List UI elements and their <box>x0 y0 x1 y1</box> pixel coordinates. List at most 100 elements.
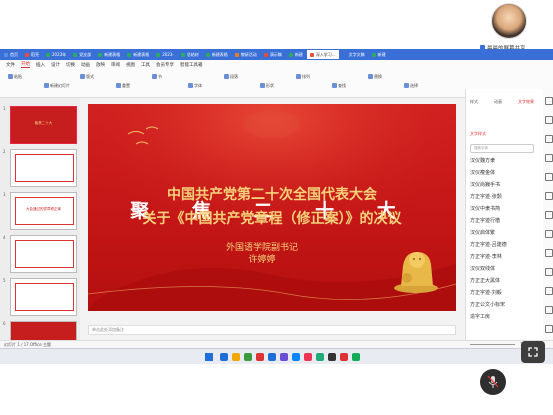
microphone-button[interactable] <box>480 369 506 395</box>
expand-icon <box>528 347 538 357</box>
font-option[interactable]: 汉仪尚巍手书 <box>470 181 500 188</box>
sidebar-tool-icon[interactable] <box>545 249 553 257</box>
sidebar-tool-icon[interactable] <box>545 192 553 200</box>
thumbnail-number: 1 <box>3 106 6 111</box>
ribbon-icon <box>296 74 301 79</box>
menu-item[interactable]: 动画 <box>81 62 90 68</box>
menu-item[interactable]: 智能工具箱 <box>180 62 203 68</box>
taskbar-app-icon[interactable] <box>304 353 312 361</box>
menu-item[interactable]: 工具 <box>141 62 150 68</box>
browser-tab[interactable]: 2023年 <box>43 50 69 59</box>
font-option[interactable]: 汉仪双线体 <box>470 265 495 272</box>
taskbar-app-icon[interactable] <box>244 353 252 361</box>
font-option[interactable]: 方正字迹-李林 <box>470 253 502 260</box>
panel-tab[interactable]: 样式 <box>470 99 478 105</box>
sidebar-tool-icon[interactable] <box>545 154 553 162</box>
taskbar-app-icon[interactable] <box>292 353 300 361</box>
sidebar-tool-icon[interactable] <box>545 325 553 333</box>
browser-tab[interactable]: 新建表格 <box>95 50 123 59</box>
taskbar-app-icon[interactable] <box>220 353 228 361</box>
font-option[interactable]: 汉仪魏方隶 <box>470 157 495 164</box>
sidebar-tool-icon[interactable] <box>545 173 553 181</box>
ribbon-button[interactable]: 替换 <box>368 74 382 79</box>
sidebar-tool-icon[interactable] <box>545 287 553 295</box>
browser-tab[interactable]: 新建表格 <box>124 50 152 59</box>
slide-thumbnail[interactable]: 大会通过的党章修正案 <box>10 192 77 230</box>
ribbon-button[interactable]: 字体 <box>188 83 202 88</box>
menu-item[interactable]: 审阅 <box>111 62 120 68</box>
font-option[interactable]: 方正公文小标宋 <box>470 301 505 308</box>
tab-label: 2023年 <box>52 51 67 57</box>
fullscreen-button[interactable] <box>521 341 545 363</box>
sidebar-tool-icon[interactable] <box>545 97 553 105</box>
sidebar-tool-icon[interactable] <box>545 230 553 238</box>
taskbar-app-icon[interactable] <box>268 353 276 361</box>
browser-tab[interactable]: 稻壳 <box>22 50 42 59</box>
browser-tab[interactable]: 深入学习... <box>306 50 339 59</box>
font-option[interactable]: 汉仪瘦金体 <box>470 169 495 176</box>
font-option[interactable]: 方正正大黑体 <box>470 277 500 284</box>
slide-thumbnail[interactable] <box>10 235 77 273</box>
taskbar-app-icon[interactable] <box>232 353 240 361</box>
browser-tab[interactable]: 2023- <box>153 50 177 59</box>
ribbon-button[interactable]: 选择 <box>404 83 418 88</box>
ribbon-button[interactable]: 节 <box>152 74 162 79</box>
browser-tab[interactable]: 演示稿 <box>261 50 285 59</box>
menu-item[interactable]: 开始 <box>21 61 30 68</box>
browser-tab[interactable]: 新建 <box>369 50 389 59</box>
font-option[interactable]: 方正字迹-刘毅 <box>470 289 502 296</box>
browser-tab[interactable]: 首页 <box>1 50 21 59</box>
menu-item[interactable]: 设计 <box>51 62 60 68</box>
menu-item[interactable]: 视图 <box>126 62 135 68</box>
ribbon-button[interactable]: 形状 <box>260 83 274 88</box>
font-option[interactable]: 方正字迹-张颢 <box>470 193 502 200</box>
taskbar-app-icon[interactable] <box>328 353 336 361</box>
tab-app-icon <box>288 52 293 57</box>
panel-tab[interactable]: 文字效果 <box>518 99 534 105</box>
menu-item[interactable]: 切换 <box>66 62 75 68</box>
sidebar-tool-icon[interactable] <box>545 116 553 124</box>
taskbar-app-icon[interactable] <box>340 353 348 361</box>
taskbar-app-icon[interactable] <box>352 353 360 361</box>
font-search-field[interactable]: 搜索字体 <box>470 144 534 153</box>
ribbon-button[interactable]: 新建幻灯片 <box>44 83 70 88</box>
microphone-muted-icon <box>487 375 499 388</box>
tab-label: 总结材 <box>186 51 199 57</box>
zoom-slider[interactable] <box>470 344 515 345</box>
start-menu-icon[interactable] <box>205 353 213 361</box>
browser-tab[interactable]: 教研活动 <box>232 50 260 59</box>
menu-item[interactable]: 放映 <box>96 62 105 68</box>
thumbnail-number: 6 <box>3 321 6 326</box>
browser-tab[interactable]: 新建表格 <box>203 50 231 59</box>
browser-tab[interactable]: 总结材 <box>178 50 202 59</box>
taskbar-app-icon[interactable] <box>256 353 264 361</box>
panel-tab[interactable]: 动画 <box>494 99 502 105</box>
font-option[interactable]: 汉仪启体繁 <box>470 229 495 236</box>
ribbon-button[interactable]: 版式 <box>80 74 94 79</box>
ribbon-button[interactable]: 段落 <box>224 74 238 79</box>
sidebar-tool-icon[interactable] <box>545 268 553 276</box>
notes-pane[interactable]: 单击此处添加备注 <box>88 325 456 335</box>
font-option[interactable]: 汉仪中隶书简 <box>470 205 500 212</box>
menu-item[interactable]: 会员专享 <box>156 62 174 68</box>
ribbon-button[interactable]: 查找 <box>332 83 346 88</box>
browser-tab[interactable]: 党支部 <box>70 50 94 59</box>
browser-tab[interactable]: 文字文稿 <box>340 50 368 59</box>
slide-thumbnail[interactable] <box>10 149 77 187</box>
sidebar-tool-icon[interactable] <box>545 306 553 314</box>
sidebar-tool-icon[interactable] <box>545 135 553 143</box>
slide-thumbnail[interactable]: 聚焦二十大 <box>10 106 77 144</box>
taskbar-app-icon[interactable] <box>280 353 288 361</box>
ribbon-button[interactable]: 重置 <box>116 83 130 88</box>
browser-tab[interactable]: 新建 <box>286 50 306 59</box>
slide-thumbnail[interactable] <box>10 278 77 316</box>
ribbon-button[interactable]: 粘贴 <box>8 74 22 79</box>
sidebar-tool-icon[interactable] <box>545 211 553 219</box>
ribbon-button[interactable]: 排列 <box>296 74 310 79</box>
font-option[interactable]: 方正字迹-吕建德 <box>470 241 507 248</box>
font-option[interactable]: 造字工房 <box>470 313 490 320</box>
menu-item[interactable]: 文件 <box>6 62 15 68</box>
taskbar-app-icon[interactable] <box>316 353 324 361</box>
menu-item[interactable]: 插入 <box>36 62 45 68</box>
font-option[interactable]: 方正字迹行楷 <box>470 217 500 224</box>
